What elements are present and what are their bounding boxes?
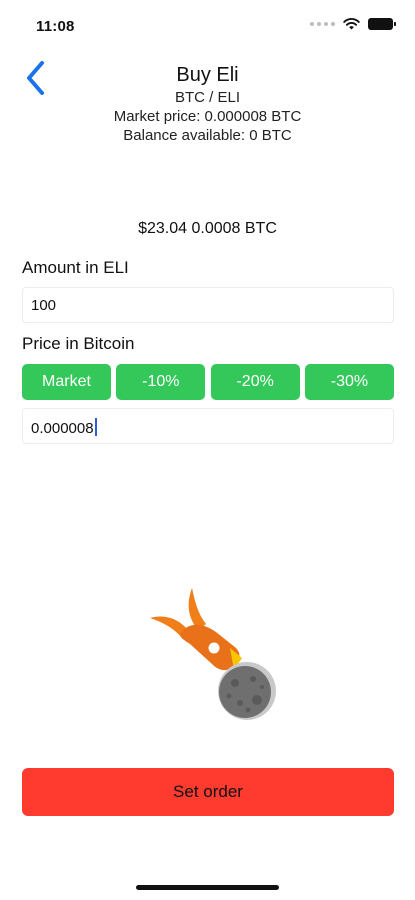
page-title: Buy Eli (176, 64, 239, 86)
pair-label: BTC / ELI (174, 89, 241, 106)
rocket-moon-illustration (140, 582, 290, 732)
market-price-button[interactable]: Market (22, 364, 111, 400)
price-label: Price in Bitcoin (22, 334, 135, 353)
minus-30-percent-button[interactable]: -30% (304, 364, 394, 400)
battery-icon (368, 18, 396, 30)
price-input[interactable]: 0.000008 (22, 408, 394, 444)
market-price: Market price: 0.000008 BTC (113, 108, 302, 125)
price-value: 0.000008 (31, 420, 94, 437)
balance-available: Balance available: 0 BTC (123, 127, 292, 144)
amount-label: Amount in ELI (22, 258, 129, 277)
minus-10-percent-button[interactable]: -10% (116, 364, 206, 400)
signal-dots-icon (310, 22, 335, 26)
wifi-icon (343, 18, 360, 30)
status-time: 11:08 (36, 18, 75, 35)
home-indicator[interactable] (136, 885, 279, 890)
text-caret (94, 418, 97, 436)
amount-value: 100 (31, 297, 57, 314)
header: Buy Eli BTC / ELI Market price: 0.000008… (0, 62, 415, 145)
status-icons (310, 18, 396, 30)
set-order-button[interactable]: Set order (22, 768, 394, 816)
price-preset-buttons: Market -10% -20% -30% (22, 364, 394, 400)
rocket-moon-icon (150, 588, 276, 720)
status-bar: 11:08 (0, 0, 415, 52)
amount-input[interactable]: 100 (22, 287, 394, 323)
minus-20-percent-button[interactable]: -20% (210, 364, 300, 400)
order-summary: $23.04 0.0008 BTC (138, 220, 277, 237)
